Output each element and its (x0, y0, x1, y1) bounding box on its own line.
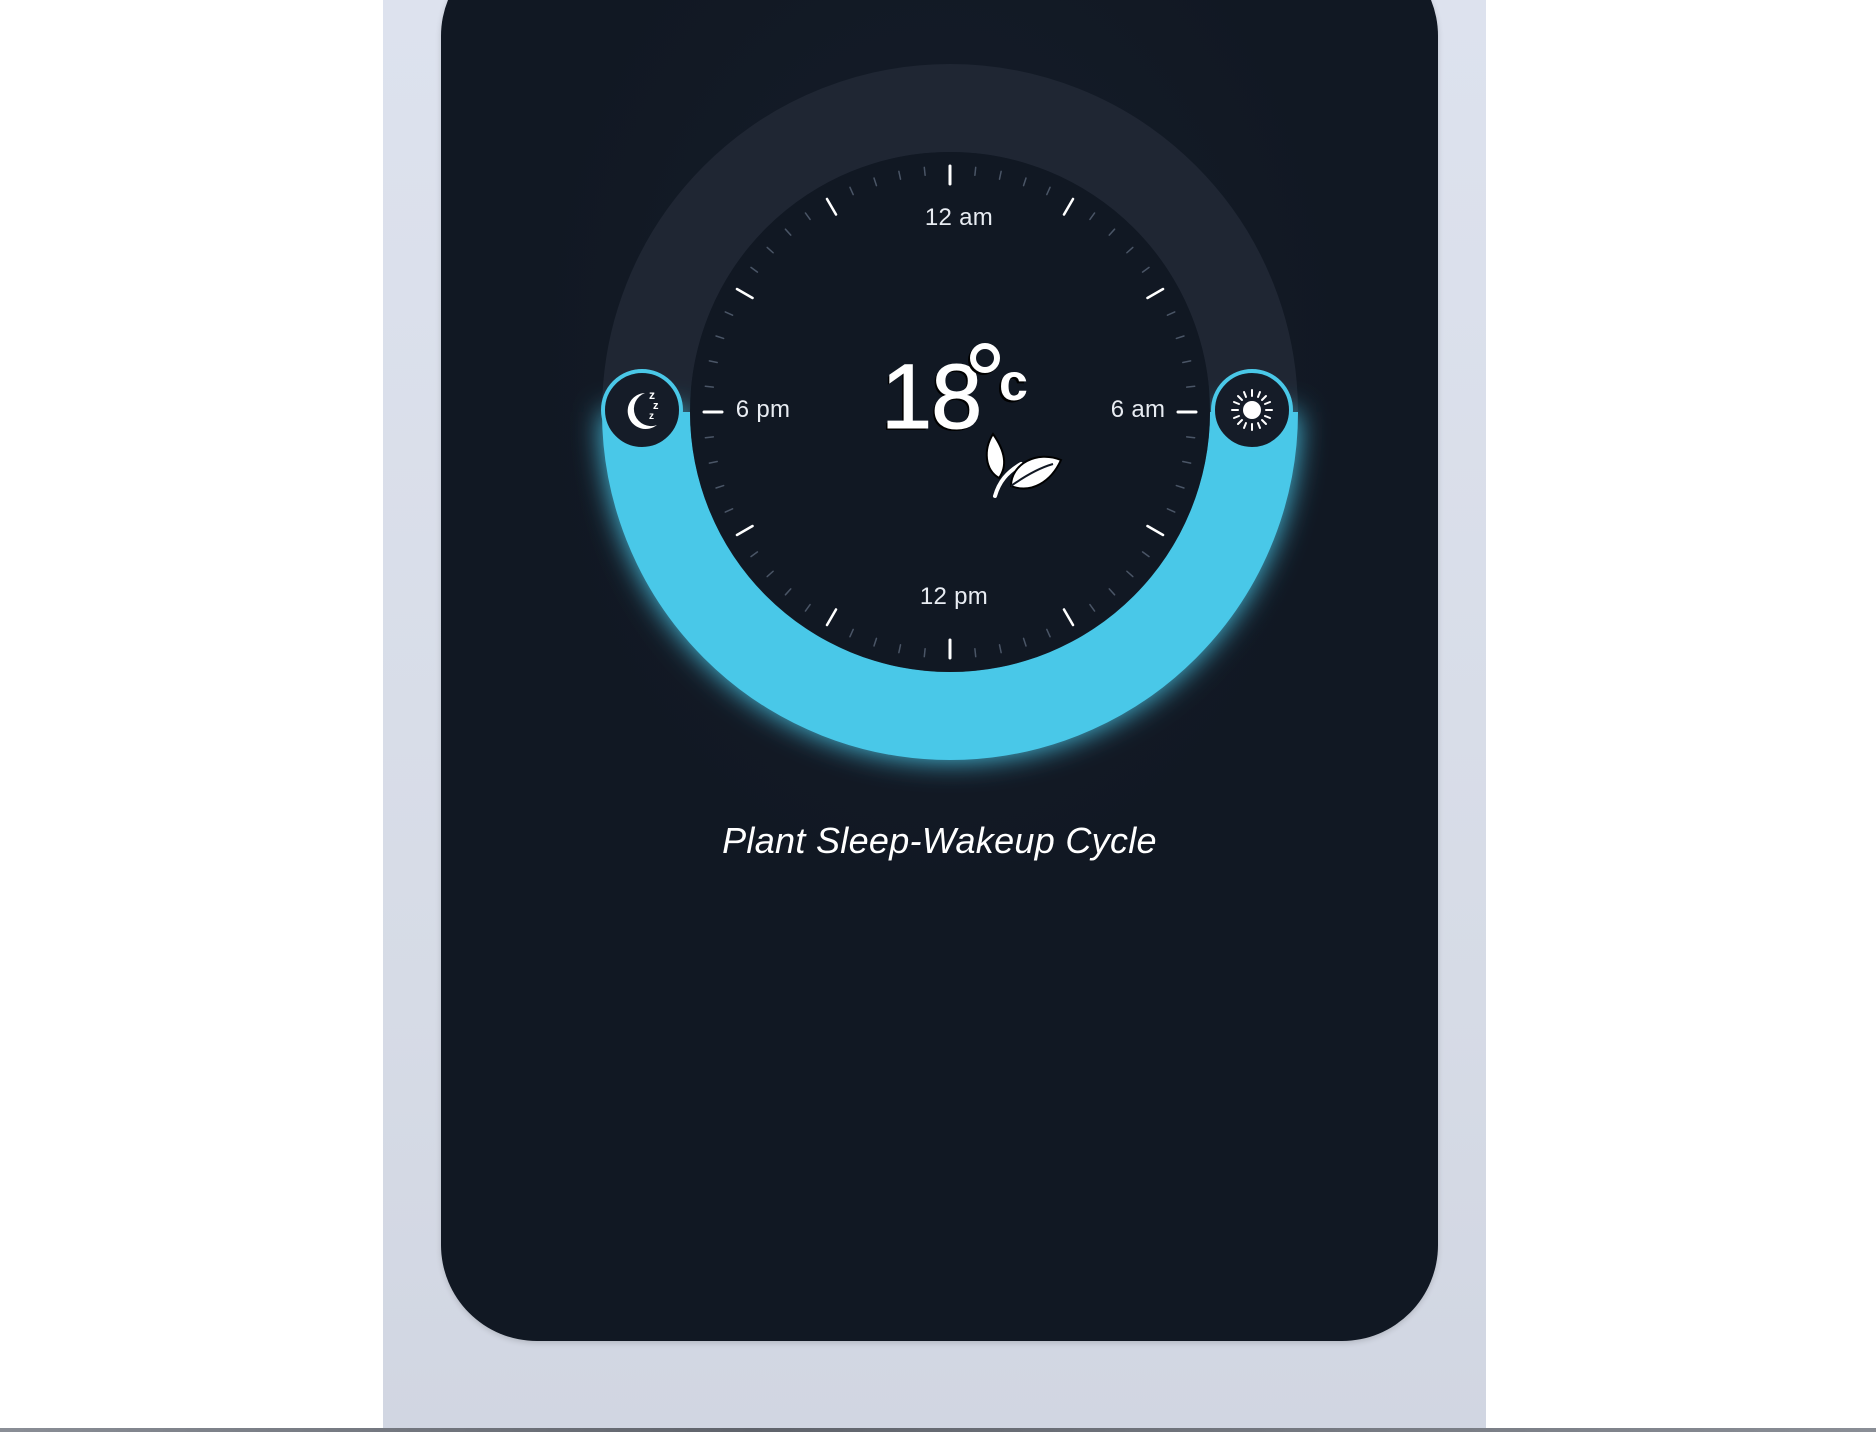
minor-tick (974, 166, 977, 177)
moon-zzz-icon: z z z (627, 388, 659, 429)
sleep-knob[interactable]: z z z (601, 369, 683, 451)
bottom-divider (0, 1428, 1876, 1432)
degree-icon (970, 343, 1000, 373)
page: 12 am 6 pm 6 am 12 pm 18 c z z z Plant S… (0, 0, 1876, 1432)
minor-tick (974, 647, 977, 658)
leaf-icon (985, 432, 1063, 498)
minor-tick (923, 166, 926, 177)
temperature-value: 18 (880, 346, 982, 449)
sleep-cycle-dial (602, 64, 1298, 760)
sun-icon (1231, 389, 1273, 431)
wake-knob[interactable] (1211, 369, 1293, 451)
cycle-caption: Plant Sleep-Wakeup Cycle (722, 820, 1157, 861)
phone-screen: 12 am 6 pm 6 am 12 pm 18 c z z z Plant S… (441, 0, 1438, 1341)
label-12pm: 12 pm (919, 583, 989, 610)
minor-tick (1185, 385, 1196, 388)
label-12am: 12 am (924, 204, 994, 231)
svg-text:z: z (649, 411, 654, 422)
label-6pm: 6 pm (735, 396, 791, 423)
temperature-unit: c (999, 354, 1028, 412)
minor-tick (1185, 436, 1196, 439)
minor-tick (923, 647, 926, 658)
minor-tick (704, 385, 715, 388)
minor-tick (704, 436, 715, 439)
label-6am: 6 am (1110, 396, 1166, 423)
